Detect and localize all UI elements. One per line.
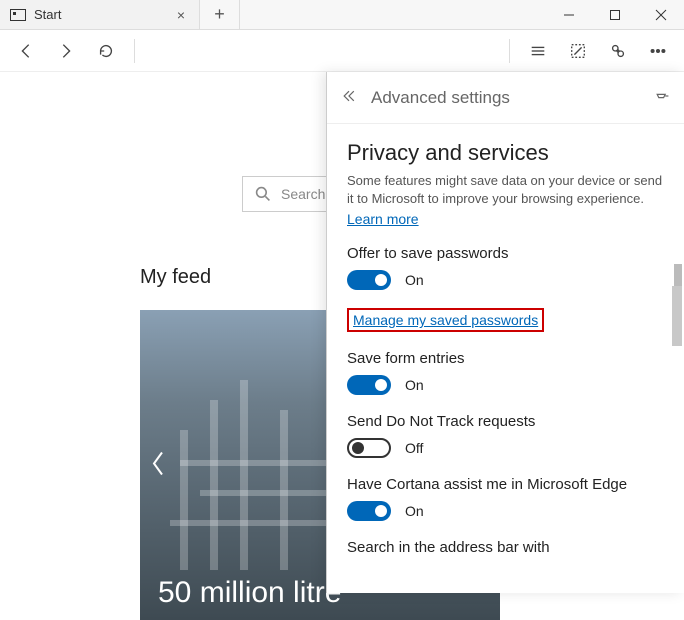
feed-title: My feed — [140, 266, 211, 289]
settings-flyout: Advanced settings Privacy and services S… — [326, 72, 684, 593]
section-desc: Some features might save data on your de… — [347, 172, 664, 207]
setting-form-entries: Save form entries On — [347, 350, 664, 395]
tab-start[interactable]: Start × — [0, 0, 200, 29]
learn-more-link[interactable]: Learn more — [347, 211, 419, 227]
close-window-button[interactable] — [638, 0, 684, 29]
tab-title: Start — [34, 7, 165, 22]
reading-view-button[interactable] — [520, 33, 556, 69]
more-button[interactable] — [640, 33, 676, 69]
flyout-back-button[interactable] — [341, 88, 357, 107]
toggle-dnt[interactable] — [347, 438, 391, 458]
setting-label: Offer to save passwords — [347, 245, 664, 262]
manage-passwords-link[interactable]: Manage my saved passwords — [353, 312, 538, 328]
setting-label: Have Cortana assist me in Microsoft Edge — [347, 476, 664, 493]
search-icon — [255, 186, 271, 202]
close-tab-icon[interactable]: × — [173, 7, 189, 23]
setting-label: Search in the address bar with — [347, 539, 664, 556]
setting-label: Send Do Not Track requests — [347, 413, 664, 430]
feed-headline: 50 million litre — [158, 576, 341, 610]
toggle-state: On — [405, 377, 424, 393]
maximize-button[interactable] — [592, 0, 638, 29]
chevron-left-icon[interactable] — [148, 449, 168, 482]
tab-favicon — [10, 9, 26, 21]
share-button[interactable] — [600, 33, 636, 69]
section-title: Privacy and services — [347, 140, 664, 166]
flyout-title: Advanced settings — [371, 88, 640, 108]
setting-dnt: Send Do Not Track requests Off — [347, 413, 664, 458]
forward-button[interactable] — [48, 33, 84, 69]
setting-cortana: Have Cortana assist me in Microsoft Edge… — [347, 476, 664, 521]
toggle-save-passwords[interactable] — [347, 270, 391, 290]
pin-icon[interactable] — [654, 88, 670, 107]
setting-save-passwords: Offer to save passwords On — [347, 245, 664, 290]
back-button[interactable] — [8, 33, 44, 69]
toggle-state: Off — [405, 440, 423, 456]
new-tab-button[interactable]: + — [200, 0, 240, 29]
web-note-button[interactable] — [560, 33, 596, 69]
toggle-form-entries[interactable] — [347, 375, 391, 395]
toggle-state: On — [405, 272, 424, 288]
setting-label: Save form entries — [347, 350, 664, 367]
refresh-button[interactable] — [88, 33, 124, 69]
toggle-cortana[interactable] — [347, 501, 391, 521]
minimize-button[interactable] — [546, 0, 592, 29]
toggle-state: On — [405, 503, 424, 519]
setting-address-bar: Search in the address bar with — [347, 539, 664, 556]
highlight-box: Manage my saved passwords — [347, 308, 544, 332]
page-scrollbar-thumb[interactable] — [672, 286, 682, 346]
